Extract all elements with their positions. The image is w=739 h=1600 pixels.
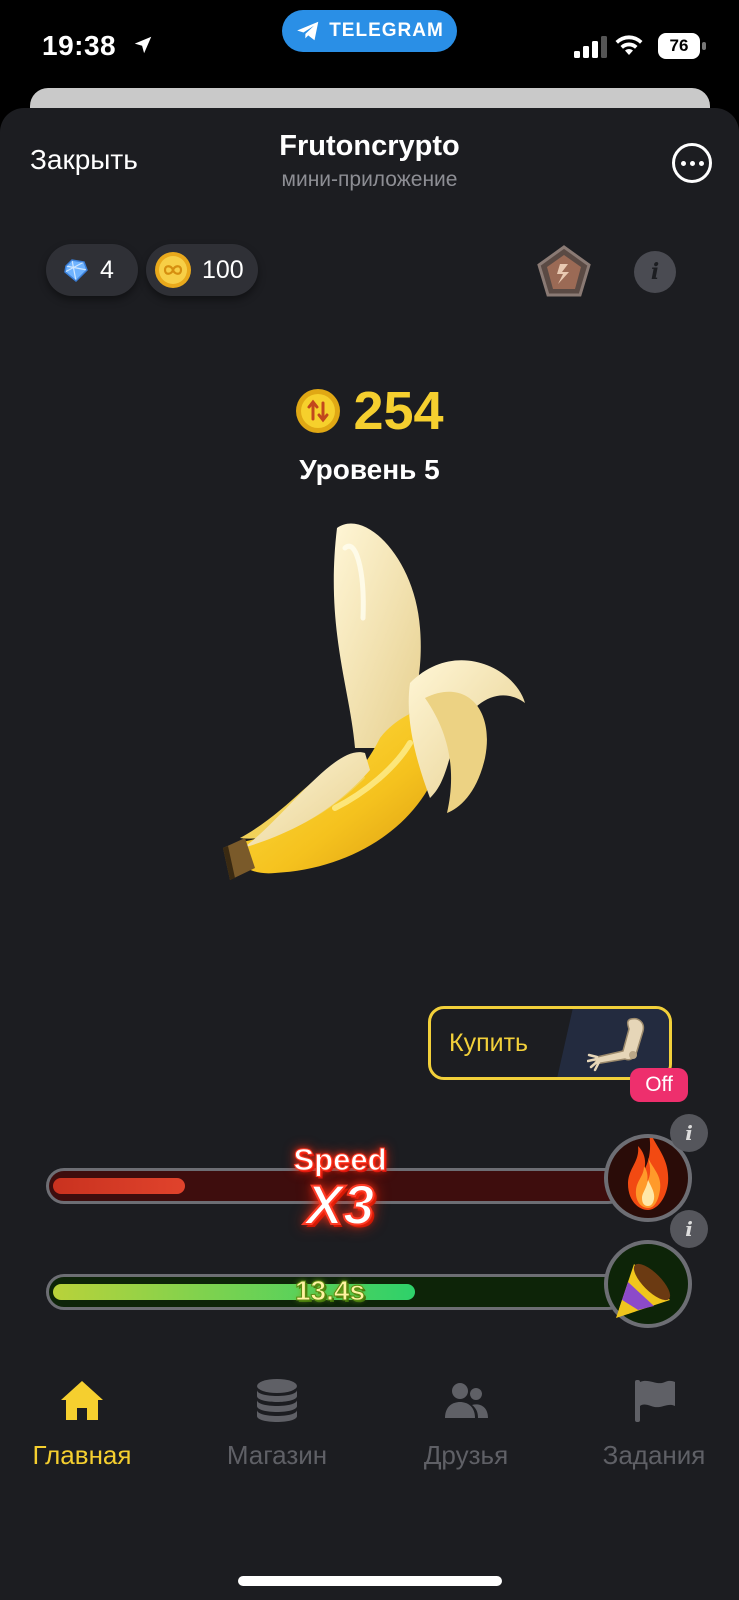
score-display: 254: [0, 380, 739, 442]
fire-icon: [628, 1138, 669, 1210]
nav-item-friends[interactable]: Друзья: [376, 1368, 556, 1471]
battery-icon: 76: [658, 33, 706, 59]
info-button[interactable]: i: [634, 251, 676, 293]
users-icon: [445, 1383, 488, 1418]
rank-badge-icon[interactable]: [536, 244, 592, 300]
home-indicator[interactable]: [238, 1576, 502, 1586]
speed-multiplier: X3: [305, 1172, 376, 1237]
gold-coin-icon: [155, 252, 191, 288]
status-time: 19:38: [42, 30, 117, 61]
gems-counter[interactable]: 4: [46, 244, 138, 296]
wifi-icon: [615, 35, 643, 55]
telegram-pill[interactable]: TELEGRAM: [282, 10, 457, 52]
level-label: Уровень 5: [299, 454, 440, 485]
bottom-navigation: Главная Магазин Друзья Задания: [0, 1368, 739, 1508]
more-options-button[interactable]: [672, 143, 712, 183]
home-icon: [61, 1381, 103, 1420]
gems-count: 4: [100, 255, 114, 284]
telegram-plane-icon: [297, 21, 319, 41]
app-subtitle: мини-приложение: [281, 168, 458, 191]
telegram-label: TELEGRAM: [329, 20, 444, 41]
nav-label-home: Главная: [32, 1440, 132, 1470]
nav-label-tasks: Задания: [602, 1440, 706, 1470]
more-dot-icon: [680, 160, 686, 166]
nav-label-shop: Магазин: [226, 1440, 328, 1470]
mini-app-container: Закрыть Frutoncrypto мини-приложение 4 1…: [0, 108, 739, 1600]
status-bar: 19:38 TELEGRAM 76: [0, 0, 739, 100]
banana-tap-target[interactable]: [215, 508, 545, 908]
battery-level: 76: [658, 33, 700, 59]
coins-counter[interactable]: 100: [146, 244, 258, 296]
score-value: 254: [353, 381, 444, 441]
flag-icon: [635, 1380, 675, 1422]
party-boost-button[interactable]: [604, 1240, 692, 1328]
nav-item-home[interactable]: Главная: [0, 1368, 172, 1471]
timer-info-button[interactable]: i: [670, 1210, 708, 1248]
timer-label: 13.4s: [294, 1275, 366, 1307]
app-title: Frutoncrypto: [279, 130, 460, 162]
status-badge: Off: [630, 1068, 688, 1102]
nav-label-friends: Друзья: [423, 1440, 509, 1470]
cellular-signal-icon: [574, 36, 607, 58]
speed-progress-fill: [53, 1178, 186, 1194]
gem-icon: [64, 259, 88, 283]
nav-item-tasks[interactable]: Задания: [564, 1368, 739, 1471]
coins-count: 100: [202, 255, 244, 284]
speed-info-button[interactable]: i: [670, 1114, 708, 1152]
coins-stack-icon: [257, 1379, 297, 1422]
score-coin-icon: [296, 389, 341, 433]
buy-label: Купить: [449, 1029, 529, 1057]
location-arrow-icon: [134, 36, 152, 54]
party-popper-icon: [616, 1263, 671, 1318]
nav-item-shop[interactable]: Магазин: [187, 1368, 367, 1471]
